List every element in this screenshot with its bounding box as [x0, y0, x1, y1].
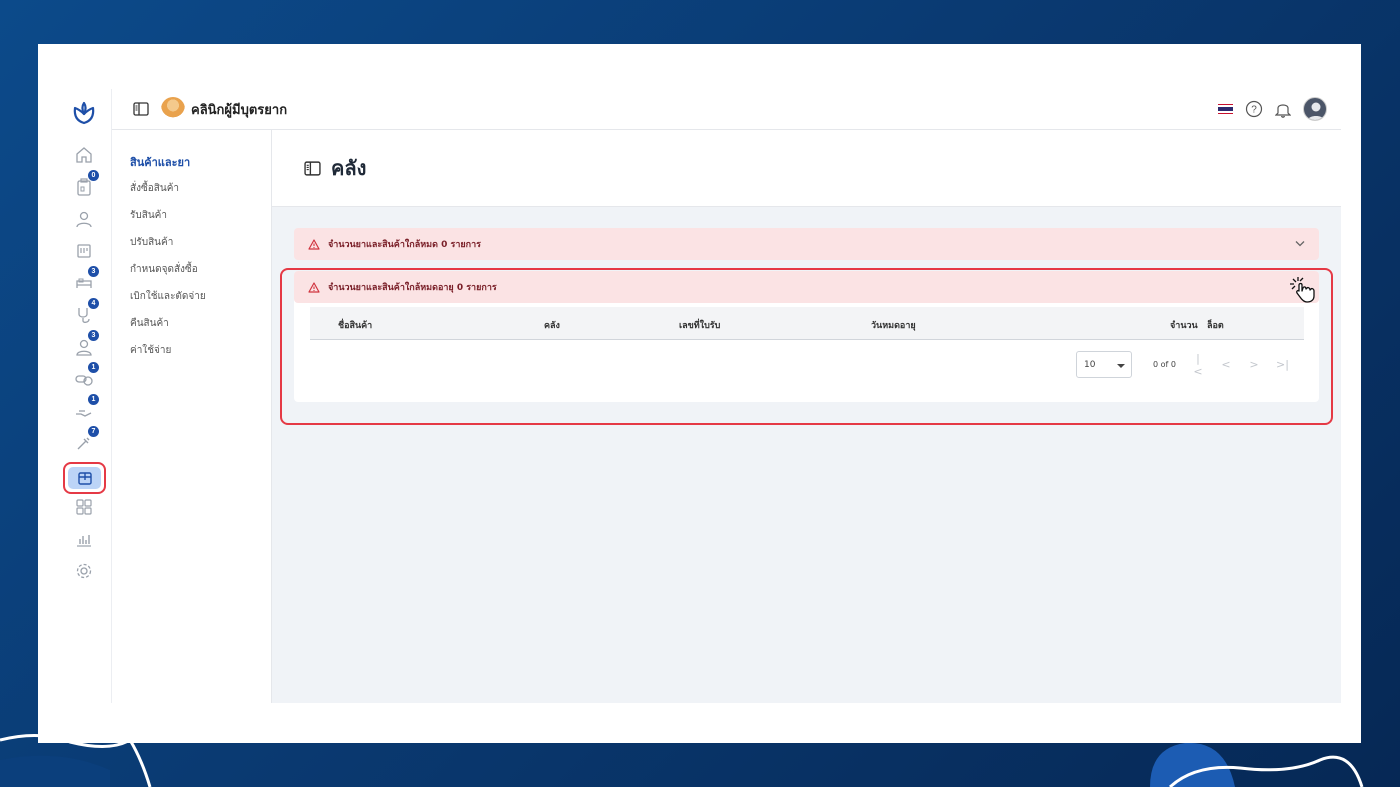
calendar-icon[interactable] [74, 241, 94, 261]
topbar-actions: ? [1218, 97, 1327, 121]
main-content: คลัง จำนวนยาและสินค้าใกล้หมด 0 รายการ ชื… [272, 130, 1341, 703]
submenu-item-withdraw[interactable]: เบิกใช้และตัดจ่าย [130, 289, 206, 304]
thai-flag-icon[interactable] [1218, 103, 1233, 115]
sidebar-toggle-icon[interactable] [133, 102, 149, 116]
low-stock-alert-text: จำนวนยาและสินค้าใกล้หมด 0 รายการ [328, 240, 481, 250]
beds-badge: 3 [88, 266, 99, 277]
notification-bell-icon[interactable] [1275, 100, 1291, 118]
app-window: 0 3 4 3 1 1 7 คลินิกผู้มีบุตรยาก ? สินค้… [57, 89, 1341, 703]
submenu-heading[interactable]: สินค้าและยา [130, 153, 190, 171]
hand-care-icon[interactable]: 1 [74, 394, 99, 421]
settings-gear-icon[interactable] [74, 561, 94, 581]
bed-icon[interactable]: 3 [74, 266, 99, 293]
clinic-name: คลินิกผู้มีบุตรยาก [191, 102, 288, 118]
staff-icon[interactable]: 3 [74, 330, 99, 357]
submenu-item-return[interactable]: คืนสินค้า [130, 316, 169, 331]
submenu-item-receive[interactable]: รับสินค้า [130, 208, 167, 223]
inventory-icon[interactable] [68, 467, 101, 489]
submenu-item-adjust[interactable]: ปรับสินค้า [130, 235, 173, 250]
syringe-icon[interactable]: 7 [74, 426, 99, 453]
pills-icon[interactable]: 1 [74, 362, 99, 389]
report-chart-icon[interactable] [74, 529, 94, 549]
chevron-down-icon[interactable] [1295, 240, 1305, 247]
inventory-submenu: สินค้าและยา สั่งซื้อสินค้า รับสินค้า ปรั… [112, 130, 272, 703]
pharmacy-badge: 1 [88, 362, 99, 373]
grid-apps-icon[interactable] [74, 497, 94, 517]
low-stock-alert[interactable]: จำนวนยาและสินค้าใกล้หมด 0 รายการ [294, 228, 1319, 260]
home-icon[interactable] [74, 145, 94, 165]
help-icon[interactable]: ? [1245, 100, 1263, 118]
submenu-item-purchase[interactable]: สั่งซื้อสินค้า [130, 181, 179, 196]
warning-icon [308, 238, 320, 250]
inventory-nav-highlight[interactable] [63, 462, 106, 494]
svg-text:?: ? [1251, 105, 1257, 116]
profile-avatar[interactable] [1303, 97, 1327, 121]
submenu-item-reorder-point[interactable]: กำหนดจุดสั่งซื้อ [130, 262, 198, 277]
page-header: คลัง [272, 130, 1341, 207]
orders-icon[interactable]: 0 [74, 170, 99, 197]
app-logo-icon[interactable] [71, 100, 97, 126]
page-title: คลัง [331, 156, 367, 180]
expiring-section-highlight [280, 268, 1333, 425]
top-bar: คลินิกผู้มีบุตรยาก ? [112, 89, 1341, 130]
staff-badge: 3 [88, 330, 99, 341]
user-icon[interactable] [74, 209, 94, 229]
stethoscope-icon[interactable]: 4 [74, 298, 99, 325]
clinic-avatar [161, 97, 185, 121]
lab-badge: 4 [88, 298, 99, 309]
screenshot-frame: 0 3 4 3 1 1 7 คลินิกผู้มีบุตรยาก ? สินค้… [38, 44, 1361, 743]
submenu-item-expenses[interactable]: ค่าใช้จ่าย [130, 343, 171, 358]
icon-sidebar: 0 3 4 3 1 1 7 [57, 89, 112, 703]
hand-badge: 1 [88, 394, 99, 405]
orders-badge: 0 [88, 170, 99, 181]
tools-badge: 7 [88, 426, 99, 437]
panel-icon [304, 160, 321, 176]
